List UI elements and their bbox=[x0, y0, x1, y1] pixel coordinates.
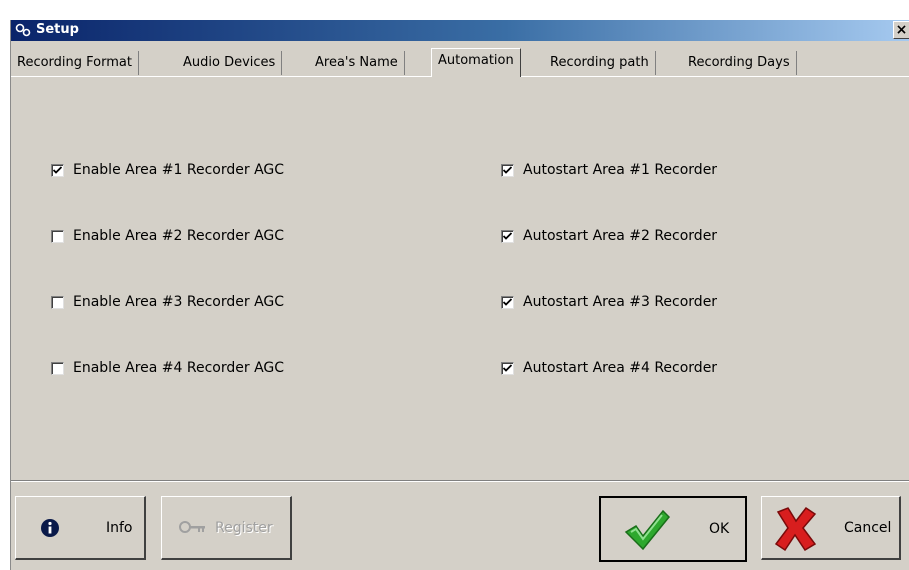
cancel-button[interactable]: Cancel bbox=[761, 496, 901, 560]
checkbox-box[interactable] bbox=[501, 164, 514, 177]
checkbox-box[interactable] bbox=[51, 362, 64, 375]
checkmark-icon bbox=[53, 166, 62, 174]
checkmark-icon bbox=[503, 166, 512, 174]
checkbox-label: Enable Area #3 Recorder AGC bbox=[73, 294, 285, 310]
info-button[interactable]: Info bbox=[15, 496, 146, 560]
checkmark-icon bbox=[503, 232, 512, 240]
tab-automation[interactable]: Automation bbox=[431, 48, 521, 77]
setup-dialog: Setup × Recording Format Audio Devices A… bbox=[10, 20, 909, 570]
tab-strip: Recording Format Audio Devices Area's Na… bbox=[11, 48, 909, 77]
button-bar-separator bbox=[11, 480, 909, 482]
checkbox-box[interactable] bbox=[501, 230, 514, 243]
checkmark-icon bbox=[503, 364, 512, 372]
gears-icon bbox=[14, 22, 32, 42]
tab-recording-format[interactable]: Recording Format bbox=[11, 51, 139, 75]
tab-audio-devices[interactable]: Audio Devices bbox=[177, 51, 283, 75]
ok-button-label: OK bbox=[709, 521, 730, 537]
checkbox-label: Enable Area #4 Recorder AGC bbox=[73, 360, 285, 376]
checkbox-box[interactable] bbox=[51, 296, 64, 309]
tab-recording-path[interactable]: Recording path bbox=[544, 51, 656, 75]
tab-areas-name[interactable]: Area's Name bbox=[309, 51, 405, 75]
window-title: Setup bbox=[36, 22, 79, 37]
checkbox-label: Enable Area #2 Recorder AGC bbox=[73, 228, 285, 244]
checkbox-label: Enable Area #1 Recorder AGC bbox=[73, 162, 285, 178]
checkbox-box[interactable] bbox=[501, 296, 514, 309]
info-icon bbox=[40, 518, 60, 542]
checkbox-label: Autostart Area #2 Recorder bbox=[523, 228, 718, 244]
checkbox-label: Autostart Area #4 Recorder bbox=[523, 360, 718, 376]
checkmark-icon bbox=[623, 508, 671, 556]
checkbox-label: Autostart Area #3 Recorder bbox=[523, 294, 718, 310]
info-button-label: Info bbox=[106, 519, 133, 536]
ok-button[interactable]: OK bbox=[599, 496, 747, 562]
title-bar[interactable]: Setup × bbox=[11, 20, 909, 41]
checkbox-box[interactable] bbox=[51, 230, 64, 243]
tab-recording-days[interactable]: Recording Days bbox=[682, 51, 797, 75]
x-icon bbox=[774, 506, 818, 556]
register-button[interactable]: Register bbox=[161, 496, 292, 560]
checkmark-icon bbox=[503, 298, 512, 306]
checkbox-box[interactable] bbox=[51, 164, 64, 177]
register-button-label: Register bbox=[215, 519, 273, 536]
checkbox-box[interactable] bbox=[501, 362, 514, 375]
close-button[interactable]: × bbox=[893, 21, 909, 39]
checkbox-label: Autostart Area #1 Recorder bbox=[523, 162, 718, 178]
key-icon bbox=[178, 519, 208, 539]
close-icon: × bbox=[895, 22, 908, 38]
cancel-button-label: Cancel bbox=[844, 519, 892, 536]
